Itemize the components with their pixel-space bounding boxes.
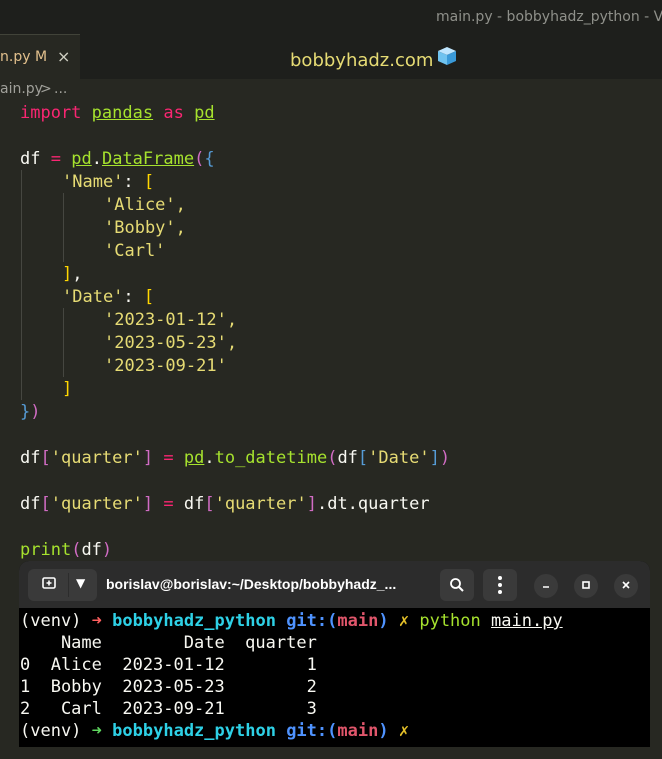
button-divider: [68, 573, 69, 597]
terminal-search-button[interactable]: [440, 569, 474, 601]
new-tab-button[interactable]: ▼: [28, 569, 97, 601]
indent-guide: [63, 193, 64, 262]
breadcrumb: ain.py > ...: [0, 79, 662, 101]
code-line-10: '2023-01-12',: [104, 310, 238, 330]
terminal-title: borislav@borislav:~/Desktop/bobbyhadz_..…: [106, 576, 397, 592]
new-tab-icon: [42, 575, 56, 593]
window-titlebar: main.py - bobbyhadz_python - Vi: [0, 0, 662, 34]
brand-banner: bobbyhadz.com: [290, 46, 457, 71]
brand-text: bobbyhadz.com: [290, 50, 434, 71]
minimize-icon: [541, 579, 551, 593]
code-editor[interactable]: import pandas as pd df = pd.DataFrame({ …: [0, 101, 662, 561]
terminal-output-line: Name Date quarter: [20, 633, 317, 653]
search-icon: [449, 577, 465, 597]
code-line-12: '2023-09-21': [104, 356, 227, 376]
code-line-5: 'Alice',: [104, 195, 186, 215]
prompt-arrow-icon: ➜: [91, 721, 102, 741]
terminal-output-line: 1 Bobby 2023-05-23 2: [20, 677, 317, 697]
code-line-18: df['quarter'] = df['quarter'].dt.quarter: [20, 494, 430, 514]
close-icon: [621, 579, 631, 593]
close-button[interactable]: [614, 574, 638, 598]
code-line-16: df['quarter'] = pd.to_datetime(df['Date'…: [20, 448, 451, 468]
code-line-9: 'Date': [: [62, 287, 155, 307]
tab-modified-indicator: M: [35, 49, 48, 65]
code-line-4: 'Name': [: [62, 172, 155, 192]
code-line-8: ],: [62, 264, 83, 284]
code-line-13: ]: [62, 379, 73, 399]
chevron-down-icon[interactable]: ▼: [76, 576, 85, 590]
maximize-icon: [581, 579, 591, 593]
code-line-14: }): [20, 402, 41, 422]
terminal-window[interactable]: ▼ borislav@borislav:~/Desktop/bobbyhadz_…: [19, 561, 650, 747]
code-line-11: '2023-05-23',: [104, 333, 238, 353]
minimize-button[interactable]: [534, 574, 558, 598]
tab-label: n.py: [0, 49, 31, 65]
code-line-7: 'Carl': [104, 241, 166, 261]
tab-close-icon[interactable]: ×: [57, 47, 70, 66]
terminal-output[interactable]: (venv) ➜ bobbyhadz_python git:(main) ✗ p…: [19, 608, 650, 747]
terminal-output-line: 2 Carl 2023-09-21 3: [20, 699, 317, 719]
terminal-output-line: 0 Alice 2023-01-12 1: [20, 655, 317, 675]
indent-guide: [63, 308, 64, 377]
indent-guide: [21, 170, 22, 400]
code-line-20: print(df): [20, 540, 113, 560]
tab-main-py[interactable]: n.py M ×: [0, 34, 80, 79]
code-line-3: df = pd.DataFrame({: [20, 149, 215, 169]
terminal-menu-button[interactable]: [483, 569, 517, 601]
code-line-1: import pandas as pd: [20, 103, 215, 123]
terminal-prompt-line: (venv) ➜ bobbyhadz_python git:(main) ✗ p…: [20, 611, 563, 631]
prompt-arrow-icon: ➜: [91, 611, 102, 631]
window-title: main.py - bobbyhadz_python - Vi: [436, 9, 662, 25]
breadcrumb-symbols[interactable]: ...: [54, 81, 67, 97]
maximize-button[interactable]: [574, 574, 598, 598]
kebab-menu-icon: [498, 576, 502, 597]
ice-cube-icon: [437, 46, 457, 71]
terminal-prompt-line: (venv) ➜ bobbyhadz_python git:(main) ✗: [20, 721, 410, 741]
code-line-6: 'Bobby',: [104, 218, 186, 238]
breadcrumb-chevron-icon: >: [40, 81, 52, 97]
breadcrumb-file[interactable]: ain.py: [0, 81, 43, 97]
editor-tab-bar: n.py M × bobbyhadz.com: [0, 34, 662, 79]
terminal-header: ▼ borislav@borislav:~/Desktop/bobbyhadz_…: [19, 561, 650, 608]
